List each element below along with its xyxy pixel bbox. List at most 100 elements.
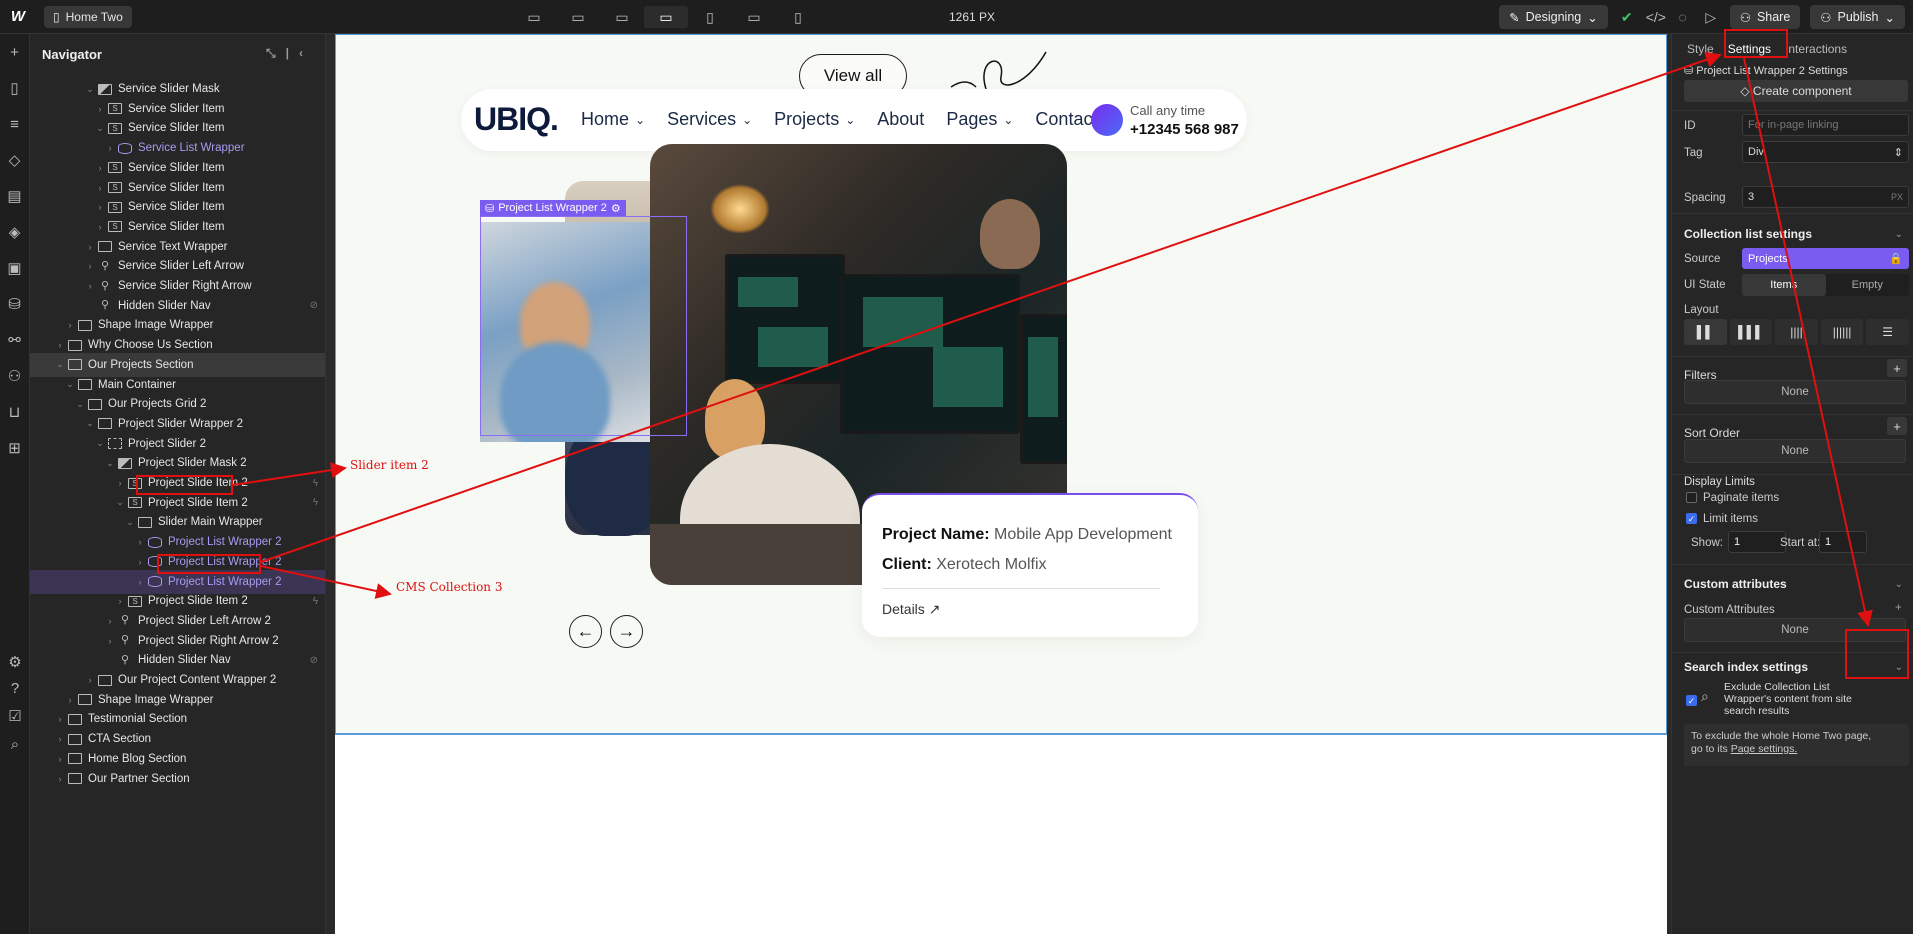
expand-caret-icon[interactable]: › <box>84 261 96 271</box>
expand-caret-icon[interactable]: › <box>54 714 66 724</box>
add-filter-button[interactable]: + <box>1887 359 1907 377</box>
layout-rows-icon[interactable]: ☰ <box>1866 319 1909 345</box>
ui-state-empty[interactable]: Empty <box>1826 274 1910 296</box>
apps-icon[interactable]: ⊞ <box>0 430 29 466</box>
collection-settings-heading[interactable]: Collection list settings <box>1684 227 1812 241</box>
expand-caret-icon[interactable]: › <box>114 596 126 606</box>
mode-dropdown[interactable]: ✎ Designing ⌄ <box>1499 5 1608 29</box>
nav-services[interactable]: Services ⌄ <box>667 109 752 130</box>
chevron-down-icon[interactable]: ⌄ <box>1895 229 1903 240</box>
breakpoint-desktop-l-icon[interactable]: ▭ <box>556 6 600 28</box>
navigator-icon[interactable]: ≡ <box>0 106 29 142</box>
expand-caret-icon[interactable]: › <box>134 577 146 587</box>
gear-icon[interactable]: ⚙ <box>611 202 621 215</box>
expand-caret-icon[interactable]: ⌄ <box>114 497 126 508</box>
expand-caret-icon[interactable]: ⌄ <box>84 84 96 95</box>
expand-caret-icon[interactable]: › <box>94 183 106 193</box>
show-input[interactable]: 1 <box>1728 531 1786 553</box>
components-icon[interactable]: ◇ <box>0 142 29 178</box>
nav-projects[interactable]: Projects ⌄ <box>774 109 855 130</box>
expand-caret-icon[interactable]: › <box>54 754 66 764</box>
breakpoint-landscape-icon[interactable]: ▭ <box>732 6 776 28</box>
id-input[interactable]: For in-page linking <box>1742 114 1909 136</box>
navigator-controls[interactable]: ⤡|‹ <box>266 46 313 61</box>
slider-right-arrow[interactable]: → <box>610 615 643 648</box>
tag-select[interactable]: Div ⇕ <box>1742 141 1909 163</box>
expand-caret-icon[interactable]: › <box>114 478 126 488</box>
expand-caret-icon[interactable]: › <box>84 675 96 685</box>
page-settings-link[interactable]: Page settings. <box>1731 743 1798 755</box>
breakpoint-base-icon[interactable]: ▭ <box>644 6 688 28</box>
expand-caret-icon[interactable]: ⌄ <box>74 399 86 410</box>
breakpoint-tablet-icon[interactable]: ▯ <box>688 6 732 28</box>
expand-caret-icon[interactable]: › <box>94 104 106 114</box>
webflow-logo-icon[interactable]: W <box>0 0 36 34</box>
check-circle-icon[interactable]: ✔ <box>1618 9 1636 26</box>
add-icon[interactable]: + <box>0 34 29 70</box>
expand-caret-icon[interactable]: ⌄ <box>64 379 76 390</box>
expand-caret-icon[interactable]: ⌄ <box>54 359 66 370</box>
layout-2col-icon[interactable]: ▌▌ <box>1684 319 1727 345</box>
variables-icon[interactable]: ▤ <box>0 178 29 214</box>
breakpoint-desktop-icon[interactable]: ▭ <box>600 6 644 28</box>
details-link[interactable]: Details ↗ <box>882 601 940 618</box>
tab-style[interactable]: Style <box>1680 42 1721 56</box>
expand-caret-icon[interactable]: › <box>104 616 116 626</box>
expand-caret-icon[interactable]: ⌄ <box>124 517 136 528</box>
expand-caret-icon[interactable]: ⌄ <box>94 123 106 134</box>
share-button[interactable]: ⚇ Share <box>1729 5 1801 29</box>
expand-caret-icon[interactable]: › <box>134 557 146 567</box>
source-select[interactable]: Projects 🔒 <box>1742 248 1909 269</box>
call-number[interactable]: +12345 568 987 <box>1130 121 1239 138</box>
assets-icon[interactable]: ▣ <box>0 250 29 286</box>
breakpoint-desktop-xl-icon[interactable]: ▭ <box>512 6 556 28</box>
expand-caret-icon[interactable]: › <box>134 537 146 547</box>
search-index-heading[interactable]: Search index settings <box>1684 660 1808 674</box>
start-at-input[interactable]: 1 <box>1819 531 1867 553</box>
expand-caret-icon[interactable]: › <box>64 320 76 330</box>
layout-4col-icon[interactable]: |||| <box>1775 319 1818 345</box>
expand-caret-icon[interactable]: › <box>54 340 66 350</box>
search-icon[interactable]: ⌕ <box>0 726 30 762</box>
ecommerce-icon[interactable]: ⊔ <box>0 394 29 430</box>
paginate-checkbox[interactable] <box>1686 492 1697 503</box>
expand-caret-icon[interactable]: ⌄ <box>104 458 116 469</box>
expand-caret-icon[interactable]: › <box>104 143 116 153</box>
nav-about[interactable]: About <box>877 109 924 130</box>
chevron-down-icon[interactable]: ⌄ <box>1895 579 1903 590</box>
exclude-checkbox[interactable]: ✓ <box>1686 695 1697 706</box>
styles-icon[interactable]: ◈ <box>0 214 29 250</box>
page-frame[interactable]: View all UBIQ. Home ⌄ Services ⌄ Projects ⌄… <box>335 34 1667 734</box>
spacing-input[interactable]: 3 PX <box>1742 186 1909 208</box>
nav-contact[interactable]: Contact <box>1035 109 1097 130</box>
layout-3col-icon[interactable]: ▌▌▌ <box>1729 319 1773 345</box>
expand-caret-icon[interactable]: › <box>84 242 96 252</box>
code-icon[interactable]: </> <box>1646 9 1666 25</box>
expand-caret-icon[interactable]: ⌄ <box>94 438 106 449</box>
expand-caret-icon[interactable]: › <box>54 774 66 784</box>
expand-caret-icon[interactable]: › <box>104 636 116 646</box>
create-component-button[interactable]: ◇ Create component <box>1684 80 1908 102</box>
layout-6col-icon[interactable]: |||||| <box>1820 319 1864 345</box>
nav-pages[interactable]: Pages ⌄ <box>946 109 1013 130</box>
logic-icon[interactable]: ⚯ <box>0 322 29 358</box>
comment-icon[interactable]: ◌ <box>1674 9 1692 25</box>
publish-button[interactable]: ⚇ Publish ⌄ <box>1810 5 1905 29</box>
ui-state-items[interactable]: Items <box>1742 274 1826 296</box>
navigator-row[interactable]: › Our Partner Section <box>30 767 325 791</box>
expand-caret-icon[interactable]: ⌄ <box>84 418 96 429</box>
page-selector[interactable]: ▯ Home Two <box>44 5 132 28</box>
pages-icon[interactable]: ▯ <box>0 70 29 106</box>
slider-left-arrow[interactable]: ← <box>569 615 602 648</box>
users-icon[interactable]: ⚇ <box>0 358 29 394</box>
expand-caret-icon[interactable]: › <box>94 202 106 212</box>
brand-logo[interactable]: UBIQ. <box>474 101 559 138</box>
add-sort-button[interactable]: + <box>1887 417 1907 435</box>
expand-caret-icon[interactable]: › <box>84 281 96 291</box>
limit-items-checkbox[interactable]: ✓ <box>1686 513 1697 524</box>
expand-caret-icon[interactable]: › <box>54 734 66 744</box>
tab-interactions[interactable]: Interactions <box>1778 42 1854 56</box>
expand-caret-icon[interactable]: › <box>94 222 106 232</box>
nav-home[interactable]: Home ⌄ <box>581 109 645 130</box>
selection-badge[interactable]: ⛁ Project List Wrapper 2 ⚙ <box>480 200 626 216</box>
